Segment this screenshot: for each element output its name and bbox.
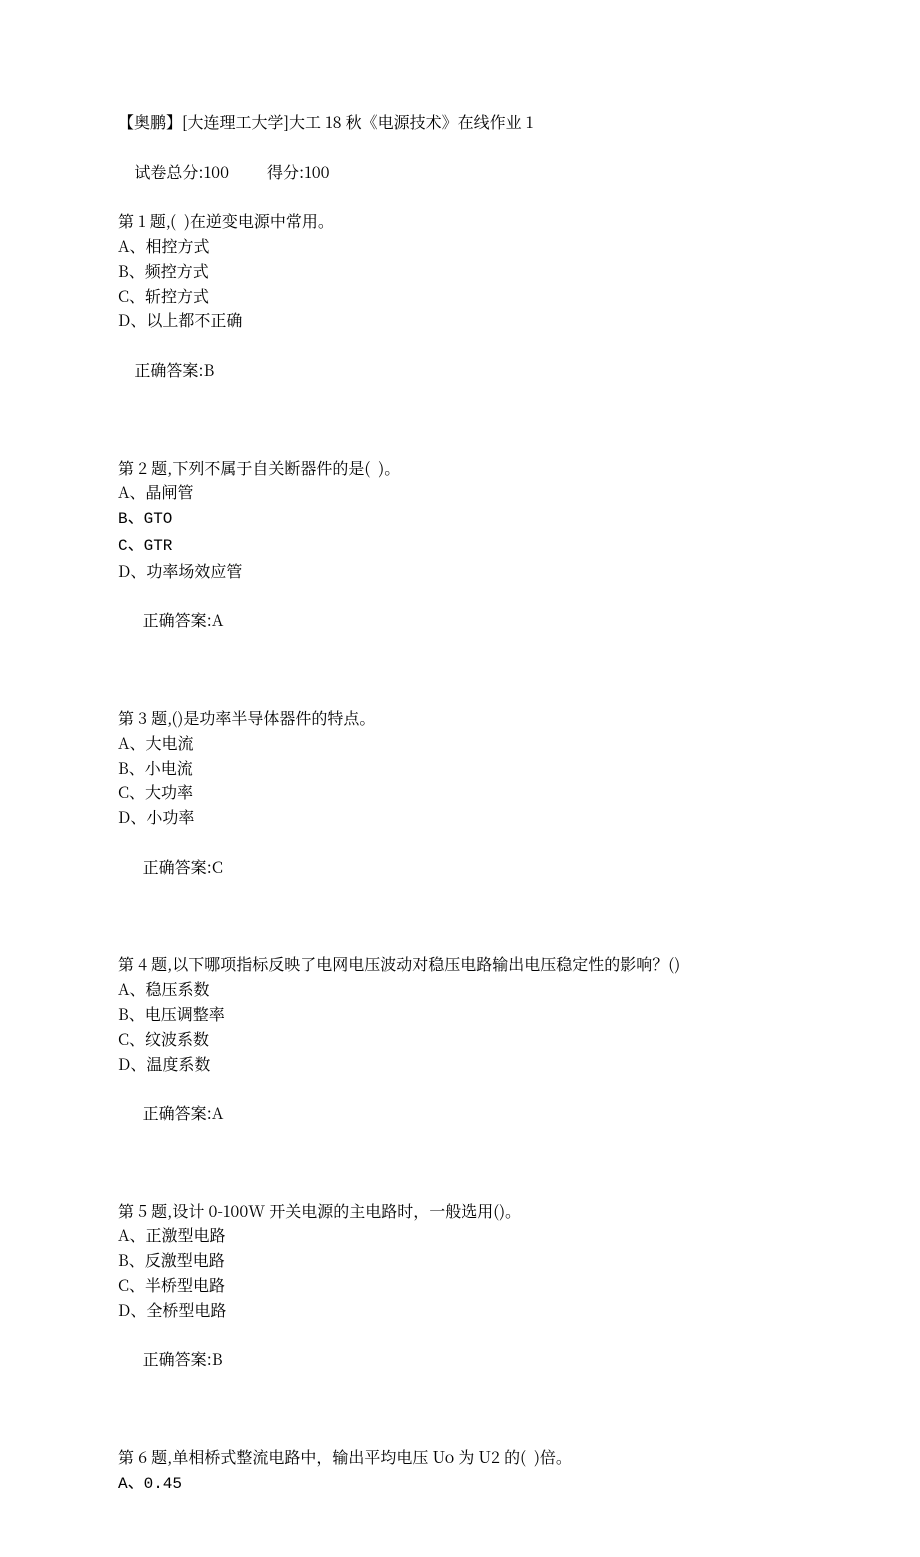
question-option: A、大电流	[118, 731, 802, 756]
question-stem: 第 1 题,( )在逆变电源中常用。	[118, 209, 802, 234]
question-option: D、温度系数	[118, 1052, 802, 1077]
question-stem: 第 6 题,单相桥式整流电路中，输出平均电压 Uo 为 U2 的( )倍。	[118, 1445, 802, 1470]
answer-label: 正确答案:	[143, 1101, 212, 1124]
question-option: D、以上都不正确	[118, 308, 802, 333]
answer-value: B	[204, 358, 215, 381]
obtained-score-label: 得分:	[267, 160, 304, 183]
answer-label: 正确答案:	[143, 1347, 212, 1370]
question-block: 第 2 题,下列不属于自关断器件的是( )。 A、晶闸管 B、GTO C、GTR…	[118, 456, 802, 658]
answer-value: C	[212, 855, 223, 878]
question-option: C、GTR	[118, 532, 802, 559]
question-stem: 第 4 题,以下哪项指标反映了电网电压波动对稳压电路输出电压稳定性的影响？()	[118, 952, 802, 977]
question-option: A、晶闸管	[118, 480, 802, 505]
question-block: 第 5 题,设计 0-100W 开关电源的主电路时，一般选用()。 A、正激型电…	[118, 1199, 802, 1397]
question-stem: 第 5 题,设计 0-100W 开关电源的主电路时，一般选用()。	[118, 1199, 802, 1224]
question-option: B、反激型电路	[118, 1248, 802, 1273]
question-option: B、GTO	[118, 505, 802, 532]
answer-value: B	[212, 1347, 223, 1370]
total-score-label: 试卷总分:	[134, 160, 203, 183]
answer-line: 正确答案:B	[118, 1323, 802, 1397]
obtained-score-value: 100	[304, 160, 329, 183]
answer-line: 正确答案:B	[118, 333, 802, 407]
question-option: B、电压调整率	[118, 1002, 802, 1027]
document-page: 【奥鹏】[大连理工大学]大工 18 秋《电源技术》在线作业 1 试卷总分:100…	[0, 0, 920, 1557]
question-stem: 第 3 题,()是功率半导体器件的特点。	[118, 706, 802, 731]
page-title: 【奥鹏】[大连理工大学]大工 18 秋《电源技术》在线作业 1	[118, 110, 802, 135]
answer-value: A	[212, 1101, 224, 1124]
answer-line: 正确答案:A	[118, 584, 802, 658]
question-option: C、纹波系数	[118, 1027, 802, 1052]
answer-line: 正确答案:A	[118, 1076, 802, 1150]
score-line: 试卷总分:100得分:100	[118, 135, 802, 209]
question-option: C、半桥型电路	[118, 1273, 802, 1298]
answer-line: 正确答案:C	[118, 830, 802, 904]
answer-label: 正确答案:	[143, 608, 212, 631]
option-text: B、GTO	[118, 510, 172, 528]
answer-value: A	[212, 608, 224, 631]
question-option: C、斩控方式	[118, 284, 802, 309]
question-block: 第 3 题,()是功率半导体器件的特点。 A、大电流 B、小电流 C、大功率 D…	[118, 706, 802, 904]
question-option: C、大功率	[118, 780, 802, 805]
question-block: 第 6 题,单相桥式整流电路中，输出平均电压 Uo 为 U2 的( )倍。 A、…	[118, 1445, 802, 1497]
question-option: D、小功率	[118, 805, 802, 830]
total-score-value: 100	[204, 160, 229, 183]
question-option: A、正激型电路	[118, 1223, 802, 1248]
answer-label: 正确答案:	[143, 855, 212, 878]
option-text: C、GTR	[118, 537, 172, 555]
question-stem: 第 2 题,下列不属于自关断器件的是( )。	[118, 456, 802, 481]
question-option: A、相控方式	[118, 234, 802, 259]
question-block: 第 4 题,以下哪项指标反映了电网电压波动对稳压电路输出电压稳定性的影响？() …	[118, 952, 802, 1150]
question-option: D、功率场效应管	[118, 559, 802, 584]
question-option: A、0.45	[118, 1470, 802, 1497]
answer-label: 正确答案:	[134, 358, 203, 381]
question-option: B、频控方式	[118, 259, 802, 284]
question-option: A、稳压系数	[118, 977, 802, 1002]
option-text: A、0.45	[118, 1475, 182, 1493]
question-option: B、小电流	[118, 756, 802, 781]
